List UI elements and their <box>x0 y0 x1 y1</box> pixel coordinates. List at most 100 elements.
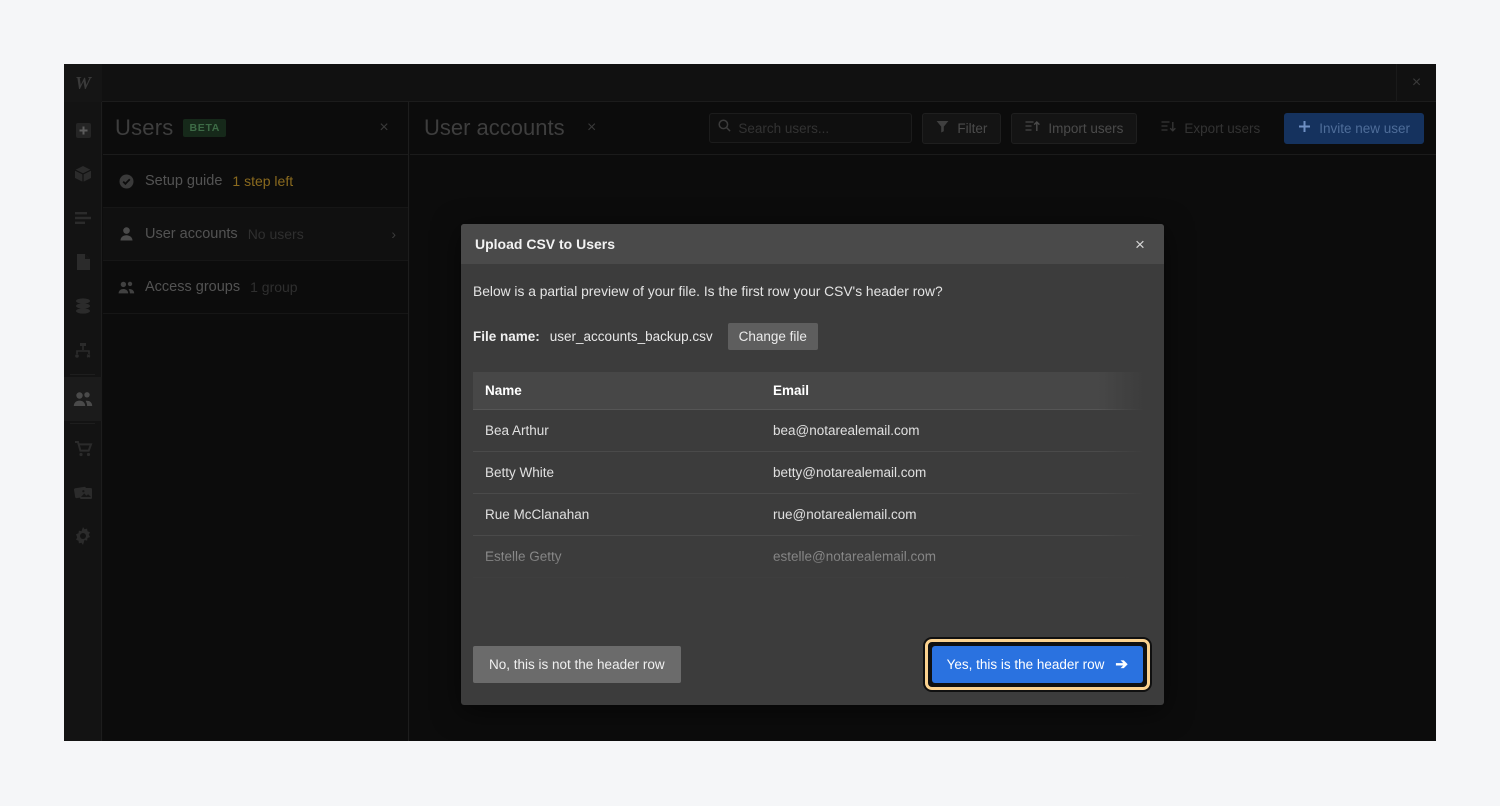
rail-item-add[interactable] <box>64 108 102 152</box>
import-users-label: Import users <box>1048 120 1124 136</box>
rail-item-components[interactable] <box>64 152 102 196</box>
plus-icon <box>1298 120 1311 136</box>
rail-item-assets[interactable] <box>64 470 102 514</box>
filter-button[interactable]: Filter <box>922 112 1002 144</box>
modal-close-icon[interactable]: × <box>1130 236 1150 253</box>
cell-email: betty@notarealemail.com <box>761 451 1091 494</box>
csv-preview-table: Name Email Bea Arthur bea@notarealemail.… <box>473 372 1152 578</box>
cell-name: Bea Arthur <box>473 409 761 452</box>
upload-csv-modal: Upload CSV to Users × Below is a partial… <box>461 224 1164 705</box>
csv-preview-table-container: Name Email Bea Arthur bea@notarealemail.… <box>473 372 1152 592</box>
cell-extra <box>1091 451 1152 494</box>
change-file-button[interactable]: Change file <box>727 323 818 350</box>
table-header-row: Name Email <box>473 372 1152 410</box>
import-users-button[interactable]: Import users <box>1011 112 1138 144</box>
modal-footer: No, this is not the header row Yes, this… <box>461 623 1164 705</box>
rail-item-logic[interactable] <box>64 328 102 372</box>
cell-email: estelle@notarealemail.com <box>761 535 1091 578</box>
invite-new-user-button[interactable]: Invite new user <box>1284 112 1424 144</box>
search-input[interactable] <box>738 120 904 136</box>
rail-item-users[interactable] <box>64 377 102 421</box>
rail-divider <box>70 423 95 424</box>
file-page-icon <box>76 254 90 270</box>
confirm-button-highlight: Yes, this is the header row ➔ <box>924 638 1150 690</box>
file-name-label: File name: <box>473 329 540 344</box>
database-icon <box>76 298 90 314</box>
not-header-row-button[interactable]: No, this is not the header row <box>473 645 681 683</box>
app-window: W × Users BETA × Setup guide 1 step left… <box>64 64 1436 741</box>
chevron-right-icon: › <box>391 226 396 242</box>
users-group-icon <box>117 281 135 294</box>
package-box-icon <box>74 166 92 182</box>
users-panel: Users BETA × Setup guide 1 step left Use… <box>103 102 409 741</box>
export-users-label: Export users <box>1184 120 1261 136</box>
main-title: User accounts <box>424 115 565 140</box>
sidebar-item-label: Setup guide <box>145 173 223 189</box>
window-close-icon[interactable]: × <box>1396 64 1436 102</box>
is-header-row-button[interactable]: Yes, this is the header row ➔ <box>931 645 1143 683</box>
cell-extra <box>1091 493 1152 536</box>
cell-name: Rue McClanahan <box>473 493 761 536</box>
sidebar-item-access-groups[interactable]: Access groups 1 group <box>103 261 408 314</box>
cell-extra <box>1091 409 1152 452</box>
rail-item-pages[interactable] <box>64 196 102 240</box>
sidebar-item-status: 1 group <box>250 279 298 295</box>
plus-square-icon <box>75 122 91 138</box>
column-header-name: Name <box>473 372 761 410</box>
check-circle-icon <box>117 174 135 189</box>
search-box[interactable] <box>709 113 913 143</box>
rail-item-ecommerce[interactable] <box>64 426 102 470</box>
table-row: Rue McClanahan rue@notarealemail.com <box>473 493 1152 536</box>
sidebar-item-setup-guide[interactable]: Setup guide 1 step left <box>103 155 408 208</box>
gear-icon <box>76 527 90 545</box>
confirm-button-label: Yes, this is the header row <box>946 656 1105 672</box>
filter-funnel-icon <box>936 120 949 136</box>
users-panel-close-icon[interactable]: × <box>374 119 394 137</box>
table-row: Estelle Getty estelle@notarealemail.com <box>473 535 1152 578</box>
table-row: Betty White betty@notarealemail.com <box>473 451 1152 494</box>
beta-badge: BETA <box>183 119 227 137</box>
sidebar-item-label: User accounts <box>145 226 238 242</box>
images-stack-icon <box>73 486 92 499</box>
file-name-row: File name: user_accounts_backup.csv Chan… <box>473 323 1152 350</box>
window-titlebar: W × <box>64 64 1436 102</box>
rail-item-settings[interactable] <box>64 514 102 558</box>
cell-extra <box>1091 535 1152 578</box>
search-icon <box>718 119 732 137</box>
import-arrow-up-icon <box>1025 120 1041 136</box>
main-toolbar: User accounts × Filter Import users <box>410 102 1436 155</box>
export-users-button[interactable]: Export users <box>1147 113 1274 144</box>
modal-description: Below is a partial preview of your file.… <box>473 284 943 299</box>
sidebar-item-status: 1 step left <box>232 173 294 189</box>
sidebar-item-label: Access groups <box>145 279 241 295</box>
app-logo[interactable]: W <box>64 64 102 102</box>
user-icon <box>117 227 135 241</box>
sidebar-item-user-accounts[interactable]: User accounts No users › <box>103 208 408 261</box>
users-panel-header: Users BETA × <box>103 102 408 155</box>
arrow-right-icon: ➔ <box>1115 655 1128 673</box>
rail-item-file[interactable] <box>64 240 102 284</box>
file-name-value: user_accounts_backup.csv <box>549 329 713 344</box>
sidebar-item-status: No users <box>247 226 304 242</box>
icon-rail <box>64 102 102 741</box>
invite-new-user-label: Invite new user <box>1319 120 1410 136</box>
list-lines-icon <box>75 212 91 224</box>
cell-email: rue@notarealemail.com <box>761 493 1091 536</box>
rail-divider <box>70 374 95 375</box>
users-group-icon <box>73 392 93 406</box>
modal-title: Upload CSV to Users <box>475 236 616 252</box>
workflow-node-icon <box>75 342 91 358</box>
main-close-icon[interactable]: × <box>583 119 601 137</box>
column-header-extra <box>1091 372 1152 410</box>
cell-email: bea@notarealemail.com <box>761 409 1091 452</box>
webflow-w-logo-icon: W <box>74 72 91 93</box>
export-arrow-down-icon <box>1161 120 1177 136</box>
column-header-email: Email <box>761 372 1091 410</box>
modal-header: Upload CSV to Users × <box>461 224 1164 264</box>
cell-name: Estelle Getty <box>473 535 761 578</box>
modal-body: Below is a partial preview of your file.… <box>461 264 1164 623</box>
page-title: Users <box>115 115 174 140</box>
shopping-cart-icon <box>74 440 92 456</box>
filter-button-label: Filter <box>957 120 988 136</box>
rail-item-cms[interactable] <box>64 284 102 328</box>
